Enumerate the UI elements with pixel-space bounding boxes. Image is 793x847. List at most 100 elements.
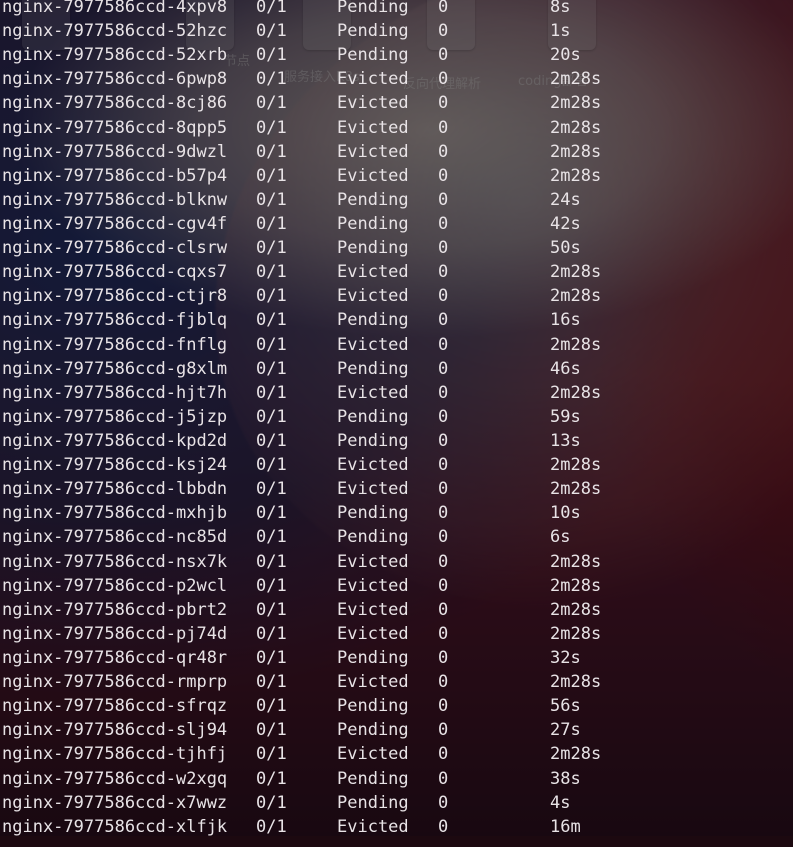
pod-age: 2m28s (550, 286, 602, 307)
pod-ready: 0/1 (256, 599, 287, 620)
pod-age: 42s (550, 213, 581, 234)
pod-ready: 0/1 (256, 165, 287, 186)
pod-status: Pending (337, 792, 409, 813)
pod-row: nginx-7977586ccd-cgv4f 0/1 Pending 0 42s (0, 212, 793, 236)
pod-restarts: 0 (438, 213, 449, 234)
pod-row: nginx-7977586ccd-g8xlm 0/1 Pending 0 46s (0, 357, 793, 381)
pod-row: nginx-7977586ccd-8cj86 0/1 Evicted 0 2m28s (0, 91, 793, 115)
pod-name: nginx-7977586ccd-nc85d (2, 527, 228, 548)
pod-ready: 0/1 (256, 527, 287, 548)
pod-name: nginx-7977586ccd-cgv4f (2, 213, 228, 234)
pod-name: nginx-7977586ccd-52xrb (2, 45, 228, 66)
pod-row: nginx-7977586ccd-slj94 0/1 Pending 0 27s (0, 718, 793, 742)
pod-status: Pending (337, 0, 409, 17)
pod-ready: 0/1 (256, 45, 287, 66)
pod-row: nginx-7977586ccd-ctjr8 0/1 Evicted 0 2m28s (0, 284, 793, 308)
pod-status: Pending (337, 45, 409, 66)
pod-status: Evicted (337, 141, 409, 162)
pod-row: nginx-7977586ccd-qr48r 0/1 Pending 0 32s (0, 646, 793, 670)
pod-age: 2m28s (550, 455, 602, 476)
pod-status: Pending (337, 503, 409, 524)
pod-ready: 0/1 (256, 213, 287, 234)
pod-row: nginx-7977586ccd-fnflg 0/1 Evicted 0 2m28s (0, 333, 793, 357)
pod-age: 2m28s (550, 334, 602, 355)
pod-age: 2m28s (550, 479, 602, 500)
pod-restarts: 0 (438, 575, 449, 596)
pod-restarts: 0 (438, 406, 449, 427)
pod-ready: 0/1 (256, 238, 287, 259)
pod-restarts: 0 (438, 358, 449, 379)
pod-restarts: 0 (438, 551, 449, 572)
pod-name: nginx-7977586ccd-p2wcl (2, 575, 228, 596)
pod-restarts: 0 (438, 647, 449, 668)
pod-age: 2m28s (550, 551, 602, 572)
pod-name: nginx-7977586ccd-clsrw (2, 238, 228, 259)
pod-status: Pending (337, 430, 409, 451)
pod-ready: 0/1 (256, 286, 287, 307)
pod-name: nginx-7977586ccd-pbrt2 (2, 599, 228, 620)
pod-ready: 0/1 (256, 672, 287, 693)
pod-restarts: 0 (438, 455, 449, 476)
pod-name: nginx-7977586ccd-ksj24 (2, 455, 228, 476)
pod-restarts: 0 (438, 623, 449, 644)
pod-age: 27s (550, 720, 581, 741)
pod-status: Pending (337, 696, 409, 717)
pod-name: nginx-7977586ccd-tjhfj (2, 744, 228, 765)
pod-restarts: 0 (438, 382, 449, 403)
pod-name: nginx-7977586ccd-rmprp (2, 672, 228, 693)
pod-status: Pending (337, 310, 409, 331)
pod-name: nginx-7977586ccd-mxhjb (2, 503, 228, 524)
pod-ready: 0/1 (256, 406, 287, 427)
pod-name: nginx-7977586ccd-52hzc (2, 21, 228, 42)
pod-status: Pending (337, 21, 409, 42)
pod-age: 38s (550, 768, 581, 789)
pod-status: Evicted (337, 816, 409, 837)
pod-ready: 0/1 (256, 117, 287, 138)
pod-name: nginx-7977586ccd-4xpv8 (2, 0, 228, 17)
pod-status: Pending (337, 189, 409, 210)
pod-restarts: 0 (438, 117, 449, 138)
pod-status: Evicted (337, 262, 409, 283)
pod-row: nginx-7977586ccd-hjt7h 0/1 Evicted 0 2m28s (0, 381, 793, 405)
pod-status: Evicted (337, 286, 409, 307)
pod-ready: 0/1 (256, 816, 287, 837)
pod-age: 20s (550, 45, 581, 66)
pod-restarts: 0 (438, 768, 449, 789)
pod-restarts: 0 (438, 238, 449, 259)
pod-status: Evicted (337, 575, 409, 596)
pod-ready: 0/1 (256, 189, 287, 210)
pod-name: nginx-7977586ccd-pj74d (2, 623, 228, 644)
pod-name: nginx-7977586ccd-b57p4 (2, 165, 228, 186)
pod-name: nginx-7977586ccd-fnflg (2, 334, 228, 355)
pod-name: nginx-7977586ccd-qr48r (2, 647, 228, 668)
pod-age: 10s (550, 503, 581, 524)
pod-status: Pending (337, 238, 409, 259)
pod-name: nginx-7977586ccd-hjt7h (2, 382, 228, 403)
pod-ready: 0/1 (256, 551, 287, 572)
pod-row: nginx-7977586ccd-9dwzl 0/1 Evicted 0 2m28s (0, 140, 793, 164)
pod-age: 2m28s (550, 575, 602, 596)
pod-ready: 0/1 (256, 647, 287, 668)
pod-restarts: 0 (438, 21, 449, 42)
pod-age: 46s (550, 358, 581, 379)
pod-name: nginx-7977586ccd-j5jzp (2, 406, 228, 427)
pod-age: 59s (550, 406, 581, 427)
pod-name: nginx-7977586ccd-kpd2d (2, 430, 228, 451)
pod-status: Pending (337, 358, 409, 379)
pod-restarts: 0 (438, 0, 449, 17)
pod-name: nginx-7977586ccd-fjblq (2, 310, 228, 331)
pod-row: nginx-7977586ccd-8qpp5 0/1 Evicted 0 2m28s (0, 116, 793, 140)
pod-ready: 0/1 (256, 575, 287, 596)
pod-ready: 0/1 (256, 623, 287, 644)
pod-age: 2m28s (550, 165, 602, 186)
pod-age: 2m28s (550, 382, 602, 403)
pod-status: Evicted (337, 69, 409, 90)
pod-age: 13s (550, 430, 581, 451)
terminal-window[interactable]: nginx-7977586ccd-4xpv8 0/1 Pending 0 8s ngin… (0, 0, 793, 847)
pod-restarts: 0 (438, 792, 449, 813)
pod-row: nginx-7977586ccd-ksj24 0/1 Evicted 0 2m28s (0, 453, 793, 477)
pod-age: 2m28s (550, 262, 602, 283)
pod-age: 6s (550, 527, 571, 548)
pod-row: nginx-7977586ccd-blknw 0/1 Pending 0 24s (0, 188, 793, 212)
pod-restarts: 0 (438, 430, 449, 451)
